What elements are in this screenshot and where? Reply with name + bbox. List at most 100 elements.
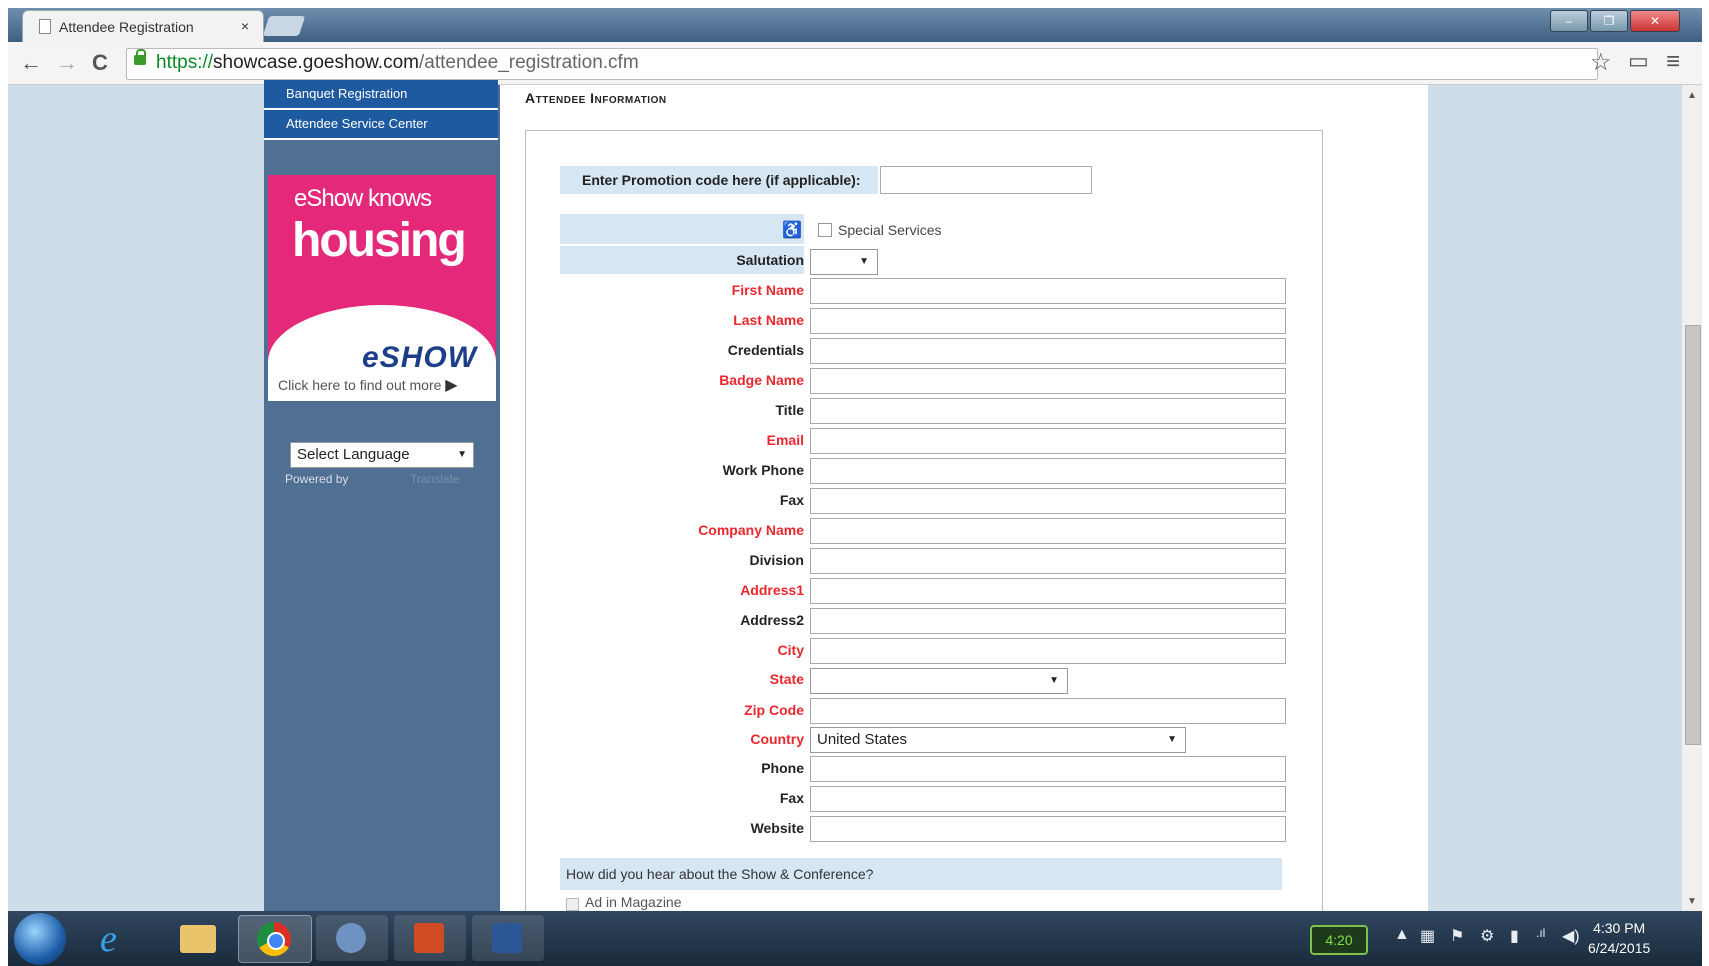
cast-icon[interactable]: ▭ xyxy=(1628,48,1649,74)
field-input[interactable] xyxy=(810,638,1286,664)
chrome-icon[interactable] xyxy=(238,915,312,963)
powerpoint-icon[interactable] xyxy=(394,915,466,961)
close-tab-icon[interactable]: × xyxy=(241,18,249,34)
salutation-select[interactable]: ▼ xyxy=(810,249,878,275)
promo-code-input[interactable] xyxy=(880,166,1092,194)
field-input[interactable] xyxy=(810,458,1286,484)
maximize-button[interactable]: ❐ xyxy=(1590,10,1628,32)
powered-by-label: Powered by xyxy=(285,472,349,486)
chevron-down-icon: ▼ xyxy=(1167,734,1177,745)
minimize-button[interactable]: – xyxy=(1550,10,1588,32)
ie-icon[interactable]: e xyxy=(84,915,156,961)
translate-link[interactable]: Translate xyxy=(410,472,460,486)
page-icon xyxy=(39,19,51,34)
windows-flag-icon[interactable]: ▦ xyxy=(1420,926,1435,946)
field-input[interactable] xyxy=(810,608,1286,634)
lock-icon xyxy=(134,49,146,65)
start-button[interactable] xyxy=(14,913,66,965)
ad-kicker: eShow knows xyxy=(294,185,432,212)
special-services-label: Special Services xyxy=(838,222,942,238)
ad-cta: Click here to find out more ▶ xyxy=(278,375,458,395)
ad-in-magazine-checkbox[interactable] xyxy=(566,898,579,911)
zip-label: Zip Code xyxy=(744,702,804,718)
tab-attendee-registration[interactable]: Attendee Registration × xyxy=(22,10,264,43)
url-scheme: https:// xyxy=(156,52,214,73)
field-label: Address1 xyxy=(740,582,804,598)
nav-link-banquet[interactable]: Banquet Registration xyxy=(264,80,498,110)
scroll-down-icon[interactable]: ▼ xyxy=(1687,896,1697,907)
system-clock[interactable]: 4:30 PM 6/24/2015 xyxy=(1588,918,1650,958)
clock-time: 4:30 PM xyxy=(1593,920,1646,936)
ad-cta-text: Click here to find out more xyxy=(278,377,442,393)
tab-title: Attendee Registration xyxy=(59,19,194,35)
forward-icon[interactable]: → xyxy=(56,50,78,76)
action-center-flag-icon[interactable]: ⚑ xyxy=(1450,926,1464,946)
scroll-up-icon[interactable]: ▲ xyxy=(1687,90,1697,101)
zip-input[interactable] xyxy=(810,698,1286,724)
field-input[interactable] xyxy=(810,488,1286,514)
field-input[interactable] xyxy=(810,368,1286,394)
field-input[interactable] xyxy=(810,518,1286,544)
play-arrow-icon: ▶ xyxy=(445,377,458,394)
nav-link-attendee-service[interactable]: Attendee Service Center xyxy=(264,110,498,140)
salutation-label: Salutation xyxy=(736,252,804,268)
country-label: Country xyxy=(750,731,804,747)
accessibility-icon: ♿ xyxy=(782,222,802,239)
url-path: /attendee_registration.cfm xyxy=(418,52,639,73)
field-input[interactable] xyxy=(810,756,1286,782)
field-label: Fax xyxy=(779,492,804,508)
country-select[interactable]: United States ▼ xyxy=(810,727,1186,753)
field-label: First Name xyxy=(731,282,804,298)
language-select[interactable]: Select Language ▼ xyxy=(290,442,474,468)
file-explorer-icon[interactable] xyxy=(162,915,234,961)
heard-about-question: How did you hear about the Show & Confer… xyxy=(560,858,1282,890)
scrollbar-thumb[interactable] xyxy=(1685,325,1701,745)
state-label: State xyxy=(769,671,804,687)
field-input[interactable] xyxy=(810,338,1286,364)
messenger-icon[interactable] xyxy=(316,915,388,961)
field-label: Phone xyxy=(761,760,804,776)
section-title: Attendee Information xyxy=(525,90,667,106)
eshow-logo: eSHOW xyxy=(362,341,478,374)
country-select-value: United States xyxy=(817,731,908,748)
ad-in-magazine-label: Ad in Magazine xyxy=(585,894,682,910)
signal-icon[interactable]: .ıl xyxy=(1536,926,1545,940)
reload-icon[interactable]: C xyxy=(92,50,108,76)
bookmark-star-icon[interactable]: ☆ xyxy=(1590,48,1612,77)
field-label: Company Name xyxy=(698,522,804,538)
field-label: Title xyxy=(775,402,804,418)
state-select[interactable]: ▼ xyxy=(810,668,1068,694)
volume-icon[interactable]: ◀) xyxy=(1562,926,1580,946)
field-label: Fax xyxy=(779,790,804,806)
back-icon[interactable]: ← xyxy=(20,50,42,76)
power-icon[interactable]: ▮ xyxy=(1510,926,1519,946)
battery-indicator[interactable]: 4:20 xyxy=(1310,925,1368,955)
field-label: Website xyxy=(750,820,804,836)
close-window-button[interactable]: ✕ xyxy=(1630,10,1680,32)
field-label: Badge Name xyxy=(719,372,804,388)
field-input[interactable] xyxy=(810,816,1286,842)
chevron-down-icon: ▼ xyxy=(1049,675,1059,686)
word-icon[interactable] xyxy=(472,915,544,961)
chevron-down-icon: ▼ xyxy=(859,256,869,267)
url-text[interactable]: https://showcase.goeshow.com/attendee_re… xyxy=(156,52,639,74)
field-label: Email xyxy=(766,432,804,448)
field-input[interactable] xyxy=(810,398,1286,424)
field-input[interactable] xyxy=(810,786,1286,812)
eshow-housing-ad[interactable]: eShow knows housing eSHOW Click here to … xyxy=(268,175,496,401)
url-host: showcase.goeshow.com xyxy=(213,52,419,73)
field-input[interactable] xyxy=(810,578,1286,604)
ad-headline: housing xyxy=(292,214,467,267)
field-input[interactable] xyxy=(810,428,1286,454)
language-select-value: Select Language xyxy=(297,446,410,463)
show-hidden-icons-icon[interactable]: ▲ xyxy=(1394,926,1410,944)
field-input[interactable] xyxy=(810,278,1286,304)
clock-date: 6/24/2015 xyxy=(1588,940,1651,956)
special-services-checkbox[interactable] xyxy=(818,223,832,237)
field-input[interactable] xyxy=(810,548,1286,574)
network-device-icon[interactable]: ⚙ xyxy=(1480,926,1494,946)
menu-icon[interactable]: ≡ xyxy=(1666,48,1680,76)
field-input[interactable] xyxy=(810,308,1286,334)
field-label: City xyxy=(777,642,804,658)
new-tab-button[interactable] xyxy=(262,16,306,36)
